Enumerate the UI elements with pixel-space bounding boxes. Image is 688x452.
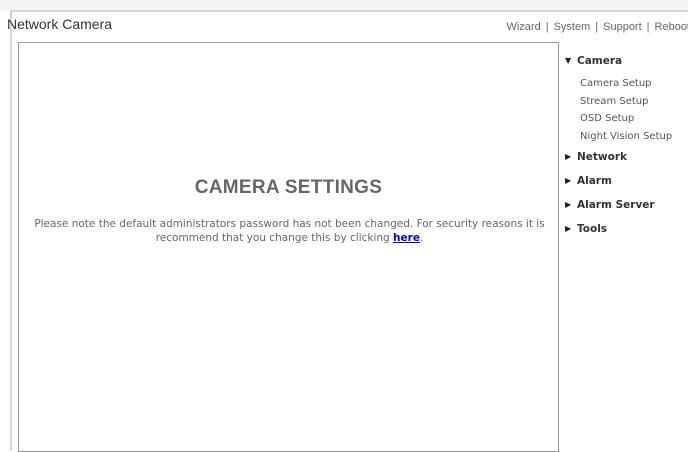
warning-text: Please note the default administrators p… [34,218,545,244]
triangle-right-icon: ▶ [565,176,572,185]
password-warning-message: Please note the default administrators p… [29,217,550,245]
reboot-link[interactable]: Reboot [655,21,688,33]
sidebar-section-label: Alarm [577,175,612,187]
main-content-panel: CAMERA SETTINGS Please note the default … [18,42,559,452]
nav-separator: | [545,21,549,33]
sidebar-section-label: Camera [577,55,623,67]
sidebar-nav: ▼ Camera Camera Setup Stream Setup OSD Se… [565,55,688,239]
nav-separator: | [595,21,599,33]
sidebar-section-label: Alarm Server [577,199,655,211]
sidebar-item-camera-setup[interactable]: Camera Setup [580,75,688,93]
sidebar-section-network[interactable]: ▶ Network [565,151,688,167]
wizard-link[interactable]: Wizard [506,21,540,33]
triangle-right-icon: ▶ [565,224,572,233]
sidebar-item-stream-setup[interactable]: Stream Setup [580,93,688,111]
sidebar-item-osd-setup[interactable]: OSD Setup [580,110,688,128]
sidebar-item-night-vision-setup[interactable]: Night Vision Setup [580,128,688,146]
system-link[interactable]: System [554,21,591,33]
page-title: CAMERA SETTINGS [194,177,383,198]
camera-submenu: Camera Setup Stream Setup OSD Setup Nigh… [565,75,688,145]
triangle-down-icon: ▼ [565,56,572,65]
sidebar-section-alarm-server[interactable]: ▶ Alarm Server [565,199,688,215]
support-link[interactable]: Support [603,21,642,33]
sidebar-section-label: Tools [577,223,608,235]
app-title: Network Camera [7,16,113,32]
triangle-right-icon: ▶ [565,152,572,161]
sidebar-section-alarm[interactable]: ▶ Alarm [565,175,688,191]
change-password-link[interactable]: here [393,232,420,244]
sidebar-section-camera[interactable]: ▼ Camera [565,55,688,71]
triangle-right-icon: ▶ [565,200,572,209]
sidebar-section-label: Network [577,151,628,163]
top-band [0,0,688,10]
sidebar-section-tools[interactable]: ▶ Tools [565,223,688,239]
warning-text-end: . [419,232,424,244]
nav-separator: | [646,21,650,33]
top-nav: Wizard | System | Support | Reboot [506,21,688,33]
